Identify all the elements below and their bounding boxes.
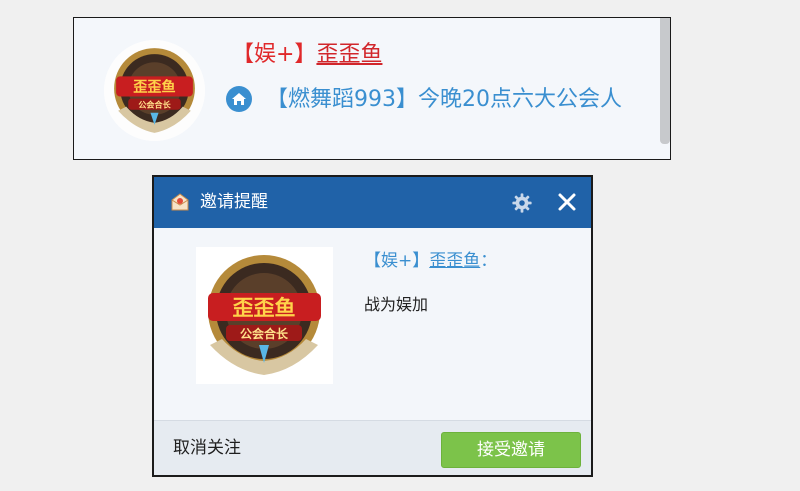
invitation-message: 战为娱加 (364, 295, 429, 314)
guild-emblem-logo: 歪歪鱼 公会合长 (196, 247, 333, 384)
svg-text:歪歪鱼: 歪歪鱼 (233, 296, 296, 320)
sender-user-link[interactable]: 歪歪鱼 (429, 251, 480, 271)
sender-avatar[interactable]: 歪歪鱼 公会合长 (196, 247, 333, 384)
sender-prefix: 【娱+】 (364, 251, 430, 271)
scrollbar[interactable] (660, 18, 670, 144)
sender-suffix: ： (480, 251, 498, 271)
envelope-icon (171, 193, 189, 211)
svg-text:歪歪鱼: 歪歪鱼 (133, 79, 175, 96)
close-icon[interactable] (556, 191, 578, 213)
accept-invitation-button[interactable]: 接受邀请 (441, 432, 581, 468)
gear-icon[interactable] (511, 192, 533, 214)
popup-title-bar[interactable]: 邀请提醒 (154, 177, 591, 228)
user-name: 【娱+】歪歪鱼 (232, 40, 382, 70)
popup-footer: 取消关注 接受邀请 (154, 420, 591, 475)
avatar[interactable]: 歪歪鱼 公会合长 (104, 40, 205, 141)
user-name-link[interactable]: 歪歪鱼 (316, 42, 382, 67)
svg-text:公会合长: 公会合长 (138, 100, 171, 110)
popup-title: 邀请提醒 (200, 192, 268, 212)
name-prefix: 【娱+】 (232, 42, 317, 67)
guild-emblem-logo: 歪歪鱼 公会合长 (104, 40, 205, 141)
invitation-popup: 邀请提醒 歪歪鱼 公会合长 【娱+】歪歪鱼： 战为娱加 取消关注 接受邀请 (152, 175, 593, 477)
home-icon[interactable] (226, 86, 252, 112)
user-card: 歪歪鱼 公会合长 【娱+】歪歪鱼 【燃舞蹈993】今晚20点六大公会人 (73, 17, 671, 160)
svg-text:公会合长: 公会合长 (240, 326, 289, 341)
unfollow-link[interactable]: 取消关注 (173, 436, 241, 460)
channel-message[interactable]: 【燃舞蹈993】今晚20点六大公会人 (266, 85, 622, 115)
sender-name: 【娱+】歪歪鱼： (364, 249, 497, 273)
